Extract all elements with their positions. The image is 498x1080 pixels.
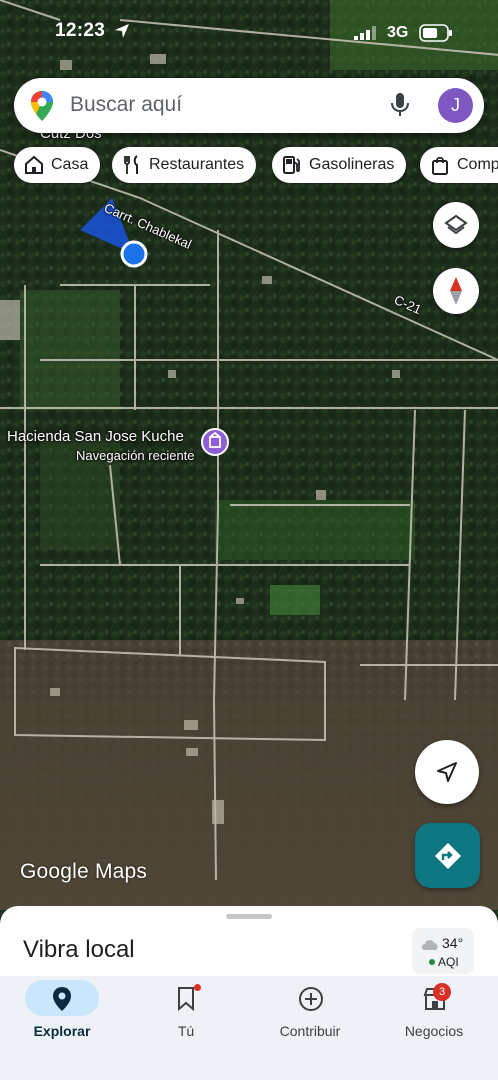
nav-label: Explorar	[33, 1023, 91, 1039]
layers-button[interactable]	[433, 202, 479, 248]
aqi-status-dot	[429, 959, 435, 965]
aqi-label: AQI	[438, 955, 459, 969]
nav-label: Tú	[177, 1023, 195, 1039]
compass-icon	[450, 277, 462, 305]
status-bar: 12:23 3G	[0, 0, 498, 66]
navigation-arrow-icon	[437, 762, 457, 782]
weather-chip[interactable]: 34° AQI	[412, 928, 474, 974]
chip-gasolineras[interactable]: Gasolineras	[272, 147, 407, 183]
signal-icon	[354, 26, 376, 40]
place-title[interactable]: Hacienda San Jose Kuche	[7, 428, 184, 445]
notification-badge: 3	[433, 983, 451, 1001]
nav-label: Negocios	[404, 1023, 464, 1039]
bottom-sheet[interactable]: Vibra local 34° AQI	[0, 906, 498, 986]
home-icon	[25, 155, 43, 174]
weather-temperature: 34°	[442, 935, 464, 951]
microphone-icon[interactable]	[390, 92, 410, 118]
google-maps-pin-icon	[31, 91, 53, 121]
chip-label: Casa	[51, 156, 89, 173]
chip-compras[interactable]: Comp	[420, 147, 498, 183]
fork-knife-icon	[124, 155, 138, 174]
directions-icon	[434, 842, 461, 869]
place-subtitle: Navegación reciente	[76, 448, 195, 463]
sheet-title: Vibra local	[23, 936, 135, 963]
my-location-button[interactable]	[415, 740, 479, 804]
chip-label: Gasolineras	[309, 156, 395, 173]
gas-station-icon	[283, 156, 300, 174]
category-chips: Casa Restaurantes Gasolineras Comp	[14, 147, 498, 185]
google-maps-watermark: Google Maps	[20, 860, 148, 883]
compass-button[interactable]	[433, 268, 479, 314]
location-arrow-icon	[115, 24, 129, 38]
layers-icon	[444, 214, 468, 235]
search-input[interactable]: Buscar aquí	[70, 93, 182, 117]
shopping-bag-icon	[432, 156, 448, 175]
search-bar[interactable]: Buscar aquí J	[14, 78, 484, 133]
sheet-drag-handle[interactable]	[226, 914, 272, 919]
add-circle-icon	[299, 987, 323, 1011]
directions-button[interactable]	[415, 823, 480, 888]
notification-dot	[194, 984, 201, 991]
nav-contribuir[interactable]: Contribuir	[248, 976, 372, 1056]
chip-restaurantes[interactable]: Restaurantes	[112, 147, 257, 183]
nav-explorar[interactable]: Explorar	[0, 976, 124, 1056]
place-marker-icon[interactable]	[201, 428, 229, 460]
nav-negocios[interactable]: 3 Negocios	[372, 976, 496, 1056]
account-avatar[interactable]: J	[438, 88, 473, 123]
status-time: 12:23	[55, 20, 106, 41]
chip-label: Comp	[457, 156, 498, 173]
nav-tu[interactable]: Tú	[124, 976, 248, 1056]
battery-icon	[419, 24, 452, 42]
chip-label: Restaurantes	[149, 156, 245, 173]
nav-label: Contribuir	[279, 1023, 341, 1039]
bottom-navigation: Explorar Tú Contribuir 3 Negocios	[0, 976, 498, 1080]
chip-casa[interactable]: Casa	[14, 147, 101, 183]
cloud-icon	[422, 940, 438, 950]
explore-pin-icon	[53, 987, 71, 1011]
network-type: 3G	[387, 24, 409, 41]
